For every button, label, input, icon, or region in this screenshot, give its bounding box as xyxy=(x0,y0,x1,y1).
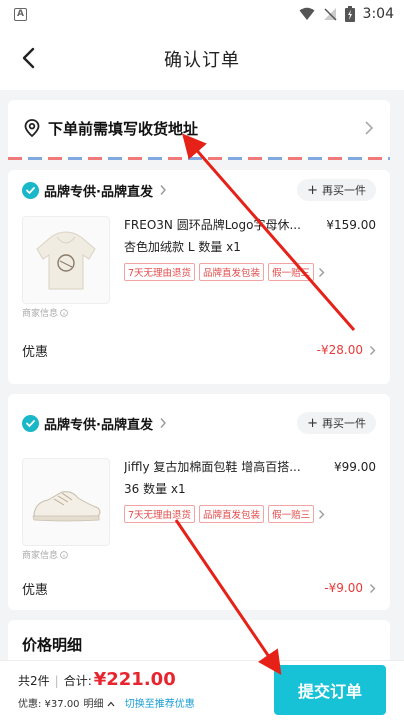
info-icon xyxy=(60,550,68,559)
shop-header: 品牌专供·品牌直发 + 再买一件 xyxy=(8,170,390,210)
discount-summary: 优惠: ¥37.00 xyxy=(18,699,80,710)
service-tags[interactable]: 7天无理由退货 品牌直发包装 假一赔三 xyxy=(124,263,376,281)
status-bar: A 3:04 xyxy=(0,0,404,28)
chevron-right-icon xyxy=(370,345,376,355)
plus-icon: + xyxy=(307,182,318,198)
location-pin-icon xyxy=(24,119,40,137)
back-button[interactable] xyxy=(14,44,42,72)
tag-packaging: 品牌直发包装 xyxy=(199,263,265,281)
product-spec: 杏色加绒款 L 数量 x1 xyxy=(124,240,241,254)
item-count: 共2件 xyxy=(18,674,50,688)
product-image-hoodie[interactable] xyxy=(22,216,110,304)
discount-value: -¥9.00 xyxy=(324,581,363,595)
discount-label: 优惠 xyxy=(22,344,49,360)
product-price: ¥159.00 xyxy=(326,218,376,232)
discount-label: 优惠 xyxy=(22,582,49,598)
subtotal-label: 合计: xyxy=(63,674,92,688)
tag-packaging: 品牌直发包装 xyxy=(199,505,265,523)
checkout-bar: 共2件 | 合计: ¥221.00 优惠: ¥37.00 明细 切换至推荐优惠 … xyxy=(0,660,404,720)
wifi-icon xyxy=(299,7,315,20)
rebuy-label: 再买一件 xyxy=(322,184,366,197)
app-notification-icon: A xyxy=(14,7,27,21)
shop-name[interactable]: 品牌专供·品牌直发 xyxy=(44,181,153,200)
merchant-info-link[interactable]: 商家信息 xyxy=(22,306,68,319)
tag-return: 7天无理由退货 xyxy=(124,505,196,523)
submit-order-button[interactable]: 提交订单 xyxy=(274,665,386,715)
address-card[interactable]: 下单前需填写收货地址 xyxy=(8,100,390,160)
battery-charging-icon xyxy=(344,6,355,22)
chevron-right-icon xyxy=(160,418,166,428)
discount-row[interactable]: 优惠 -¥28.00 xyxy=(8,332,390,368)
signal-off-icon xyxy=(323,8,337,21)
rebuy-button[interactable]: + 再买一件 xyxy=(297,179,376,201)
verified-check-icon xyxy=(22,414,39,432)
price-detail-title: 价格明细 xyxy=(22,636,83,654)
info-icon xyxy=(60,308,68,317)
discount-value: -¥28.00 xyxy=(316,343,363,357)
detail-toggle[interactable]: 明细 xyxy=(84,695,115,710)
service-tags[interactable]: 7天无理由退货 品牌直发包装 假一赔三 xyxy=(124,505,376,523)
product-item[interactable]: 商家信息 FREO3N 圆环品牌Logo字母休... ¥159.00 杏色加绒款… xyxy=(8,210,390,319)
order-card: 品牌专供·品牌直发 + 再买一件 商家信息 FREO3N 圆环品牌Logo字母休… xyxy=(8,170,390,384)
total-price: ¥221.00 xyxy=(93,669,176,690)
order-card: 品牌专供·品牌直发 + 再买一件 商家信息 Jiffly 复古加棉面包鞋 增高百… xyxy=(8,394,390,610)
discount-row[interactable]: 优惠 -¥9.00 xyxy=(8,570,390,606)
product-title: Jiffly 复古加棉面包鞋 增高百搭... xyxy=(124,460,301,474)
shop-header: 品牌专供·品牌直发 + 再买一件 xyxy=(8,394,390,452)
verified-check-icon xyxy=(22,181,39,199)
product-image-sneaker[interactable] xyxy=(22,458,110,546)
product-price: ¥99.00 xyxy=(334,460,376,474)
switch-recommended-discount-link[interactable]: 切换至推荐优惠 xyxy=(125,695,195,710)
shop-name[interactable]: 品牌专供·品牌直发 xyxy=(44,414,153,433)
merchant-info-label: 商家信息 xyxy=(22,309,59,319)
rebuy-button[interactable]: + 再买一件 xyxy=(297,412,376,434)
page-title: 确认订单 xyxy=(164,50,240,71)
chevron-right-icon xyxy=(365,121,374,135)
tag-return: 7天无理由退货 xyxy=(124,263,196,281)
address-prompt: 下单前需填写收货地址 xyxy=(48,119,199,138)
chevron-up-icon xyxy=(107,701,115,707)
merchant-info-label: 商家信息 xyxy=(22,551,59,561)
product-item[interactable]: 商家信息 Jiffly 复古加棉面包鞋 增高百搭... ¥99.00 36 数量… xyxy=(8,452,390,561)
clock: 3:04 xyxy=(362,6,394,22)
merchant-info-link[interactable]: 商家信息 xyxy=(22,548,68,561)
nav-bar: 确认订单 xyxy=(0,28,404,90)
chevron-right-icon xyxy=(319,509,325,519)
detail-label: 明细 xyxy=(83,699,104,710)
product-spec: 36 数量 x1 xyxy=(124,482,186,496)
envelope-stripe xyxy=(8,157,390,160)
chevron-left-icon xyxy=(22,47,35,69)
plus-icon: + xyxy=(307,415,318,431)
chevron-right-icon xyxy=(319,267,325,277)
chevron-right-icon xyxy=(160,185,166,195)
divider: | xyxy=(54,674,59,688)
rebuy-label: 再买一件 xyxy=(322,417,366,430)
product-title: FREO3N 圆环品牌Logo字母休... xyxy=(124,218,301,232)
tag-guarantee: 假一赔三 xyxy=(268,505,315,523)
chevron-right-icon xyxy=(370,583,376,593)
tag-guarantee: 假一赔三 xyxy=(268,263,315,281)
